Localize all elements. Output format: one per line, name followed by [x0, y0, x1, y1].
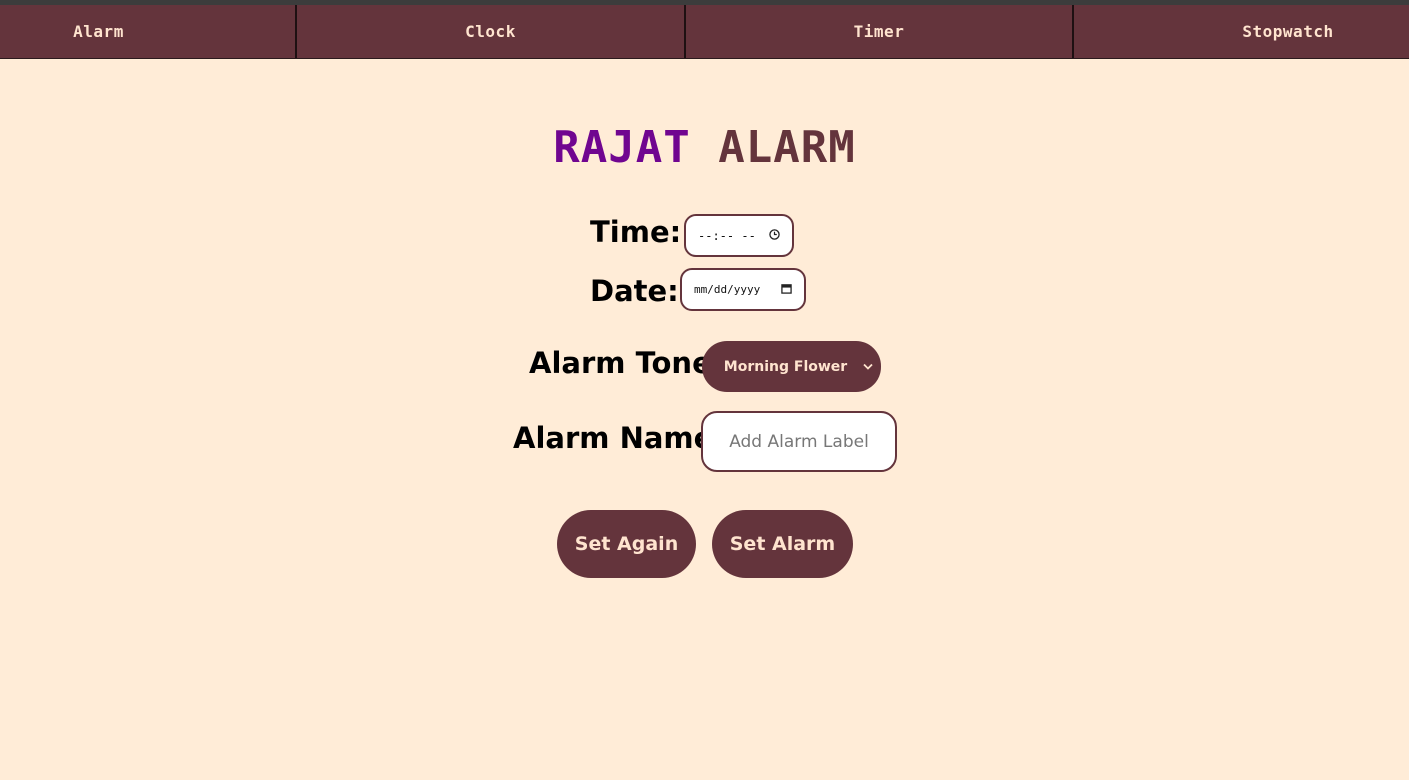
alarm-tone-select[interactable]: Morning Flower: [702, 341, 881, 392]
time-label: Time:: [590, 215, 682, 249]
calendar-icon[interactable]: [781, 283, 792, 297]
clock-icon[interactable]: [769, 228, 780, 243]
chevron-down-icon: [863, 360, 873, 373]
title-part-2: ALARM: [718, 122, 856, 173]
time-value: --:-- --: [698, 228, 756, 243]
date-input[interactable]: mm/dd/yyyy: [680, 268, 806, 311]
nav-alarm[interactable]: Alarm: [0, 5, 197, 58]
alarm-tone-label: Alarm Tone:: [529, 346, 724, 380]
nav-divider: [1072, 5, 1074, 58]
set-again-button[interactable]: Set Again: [557, 510, 696, 578]
nav-clock[interactable]: Clock: [297, 5, 684, 58]
time-input[interactable]: --:-- --: [684, 214, 794, 257]
alarm-name-label: Alarm Name:: [513, 421, 725, 455]
page-title: RAJAT ALARM: [0, 122, 1409, 173]
top-navbar: Alarm Clock Timer Stopwatch: [0, 5, 1409, 59]
alarm-tone-selected: Morning Flower: [723, 358, 848, 375]
title-part-1: RAJAT: [553, 122, 691, 173]
alarm-name-placeholder: Add Alarm Label: [729, 431, 869, 452]
date-value: mm/dd/yyyy: [694, 283, 761, 296]
date-label: Date:: [590, 274, 679, 308]
nav-timer[interactable]: Timer: [686, 5, 1072, 58]
alarm-name-input[interactable]: Add Alarm Label: [701, 411, 897, 472]
set-alarm-button[interactable]: Set Alarm: [712, 510, 853, 578]
nav-stopwatch[interactable]: Stopwatch: [1174, 5, 1402, 58]
